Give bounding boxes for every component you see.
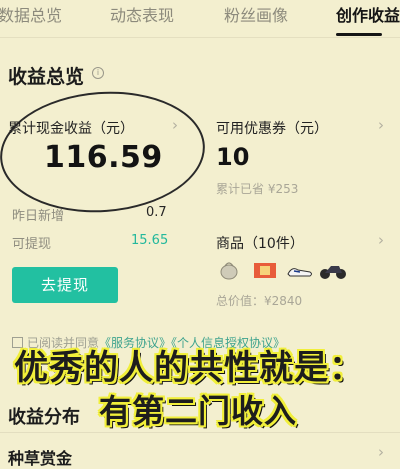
tab-fan-profile[interactable]: 粉丝画像: [224, 2, 288, 26]
tab-data-overview[interactable]: 数据总览: [0, 2, 62, 26]
income-distribution-title: 收益分布: [8, 407, 80, 428]
bag-thumbnail: [220, 262, 238, 280]
top-tab-bar: 数据总览 动态表现 粉丝画像 创作收益: [0, 0, 400, 38]
active-tab-indicator: [336, 33, 382, 36]
yesterday-new-value: 0.7: [146, 205, 167, 220]
goods-total-value: 总价值：¥2840: [216, 294, 303, 308]
caption-line-2: 有第二门收入: [99, 392, 298, 430]
info-icon[interactable]: i: [92, 67, 104, 79]
chevron-right-icon[interactable]: ›: [378, 443, 384, 461]
sneaker-thumbnail: [287, 268, 312, 277]
tab-dynamic-performance[interactable]: 动态表现: [110, 2, 174, 26]
goods-label[interactable]: 商品（10件）: [216, 233, 304, 253]
coupon-saved-text: 累计已省 ¥253: [216, 182, 299, 196]
caption-line-1: 优秀的人的共性就是：: [14, 348, 364, 388]
income-overview-title: 收益总览: [8, 66, 85, 88]
withdrawable-label: 可提现: [12, 237, 52, 252]
coupon-label[interactable]: 可用优惠券（元）: [216, 118, 328, 138]
cumulative-cash-label[interactable]: 累计现金收益（元）: [8, 118, 134, 138]
motorcycle-thumbnail: [320, 266, 346, 279]
chevron-right-icon[interactable]: ›: [378, 231, 384, 249]
gift-box-thumbnail: [254, 263, 276, 278]
cumulative-cash-value: 116.59: [44, 140, 163, 175]
withdrawable-value: 15.65: [131, 233, 169, 248]
coupon-value: 10: [216, 143, 250, 171]
divider: [0, 432, 400, 433]
seeding-reward-title: 种草赏金: [8, 449, 73, 468]
chevron-right-icon[interactable]: ›: [172, 116, 178, 134]
goods-thumbnails[interactable]: [216, 258, 356, 282]
yesterday-new-label: 昨日新增: [12, 209, 65, 224]
chevron-right-icon[interactable]: ›: [378, 116, 384, 134]
withdraw-button[interactable]: 去提现: [12, 267, 118, 303]
tab-creation-income[interactable]: 创作收益: [336, 2, 400, 26]
